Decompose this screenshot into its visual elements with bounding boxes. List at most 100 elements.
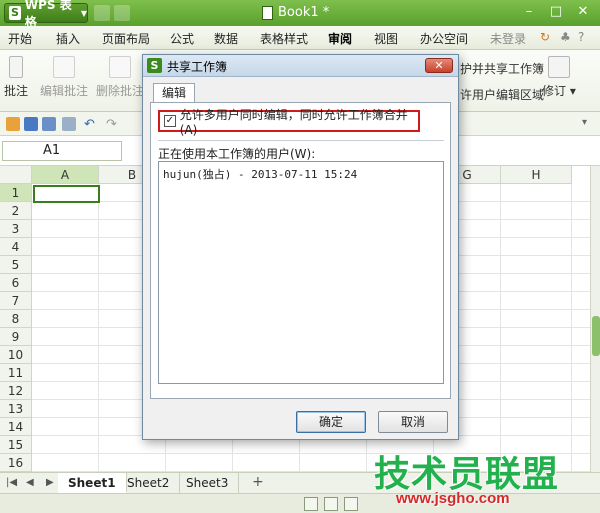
active-cell[interactable] xyxy=(33,185,100,203)
edit-comment-label: 编辑批注 xyxy=(40,84,89,98)
document-icon xyxy=(262,5,273,20)
row-header[interactable]: 16 xyxy=(0,454,32,472)
menu-office-space[interactable]: 办公空间 xyxy=(420,30,468,47)
dialog-panel: ✓ 允许多用户同时编辑，同时允许工作簿合并(A) 正在使用本工作簿的用户(W):… xyxy=(150,102,451,399)
wps-logo-icon: S xyxy=(9,6,21,20)
quick-access-icon[interactable] xyxy=(114,5,130,21)
normal-view-icon[interactable] xyxy=(304,497,318,511)
menu-home[interactable]: 开始 xyxy=(8,30,32,47)
next-sheet-icon[interactable]: ▶ xyxy=(46,477,54,488)
dialog-title-bar: S 共享工作簿 ✕ xyxy=(143,55,458,77)
row-header[interactable]: 3 xyxy=(0,220,32,238)
divider xyxy=(158,140,444,141)
menu-bar: 开始 插入 页面布局 公式 数据 表格样式 审阅 视图 办公空间 未登录 ↻ ♣… xyxy=(0,26,600,50)
name-box[interactable]: A1 xyxy=(2,141,122,161)
row-header[interactable]: 4 xyxy=(0,238,32,256)
minimize-button[interactable]: – xyxy=(516,2,542,22)
wps-logo-icon: S xyxy=(147,58,162,73)
watermark: 技术员联盟 www.jsgho.com xyxy=(366,445,596,511)
cancel-button[interactable]: 取消 xyxy=(378,411,448,433)
refresh-icon[interactable]: ↻ xyxy=(540,30,550,44)
allow-multiuser-label: 允许多用户同时编辑，同时允许工作簿合并(A) xyxy=(179,107,408,137)
undo-icon[interactable]: ↶ xyxy=(84,117,98,132)
row-header[interactable]: 15 xyxy=(0,436,32,454)
row-header[interactable]: 12 xyxy=(0,382,32,400)
row-header[interactable]: 7 xyxy=(0,292,32,310)
edit-comment-icon xyxy=(53,56,75,78)
ribbon-collapse-icon[interactable]: ▾ xyxy=(582,117,596,131)
tab-edit[interactable]: 编辑 xyxy=(153,83,196,103)
grid-column-line xyxy=(500,184,501,472)
menu-review[interactable]: 审阅 xyxy=(328,30,352,47)
quick-access-icon[interactable] xyxy=(94,5,110,21)
track-changes-icon xyxy=(547,56,570,78)
row-header[interactable]: 11 xyxy=(0,364,32,382)
tab-sheet3[interactable]: Sheet3 xyxy=(176,473,240,493)
scrollbar-thumb[interactable] xyxy=(592,316,600,356)
allow-edit-ranges-button[interactable]: 许用户编辑区域 xyxy=(460,86,544,103)
list-item[interactable]: hujun(独占) - 2013-07-11 15:24 xyxy=(163,166,439,182)
row-header[interactable]: 9 xyxy=(0,328,32,346)
row-header[interactable]: 6 xyxy=(0,274,32,292)
share-workbook-dialog: S 共享工作簿 ✕ 编辑 ✓ 允许多用户同时编辑，同时允许工作簿合并(A) 正在… xyxy=(142,54,459,440)
row-header[interactable]: 2 xyxy=(0,202,32,220)
row-header[interactable]: 1 xyxy=(0,184,32,202)
delete-comment-label: 删除批注 xyxy=(96,84,145,98)
dialog-title: 共享工作簿 xyxy=(167,60,228,74)
row-header[interactable]: 10 xyxy=(0,346,32,364)
print-icon[interactable] xyxy=(42,117,56,131)
track-changes-label: 修订 ▾ xyxy=(542,84,576,98)
delete-comment-icon xyxy=(109,56,131,78)
grid-column-line xyxy=(571,184,572,472)
print-preview-icon[interactable] xyxy=(62,117,76,131)
menu-page-layout[interactable]: 页面布局 xyxy=(102,30,150,47)
select-all-corner[interactable] xyxy=(0,166,32,184)
row-header[interactable]: 13 xyxy=(0,400,32,418)
users-label: 正在使用本工作簿的用户(W): xyxy=(158,147,316,161)
menu-insert[interactable]: 插入 xyxy=(56,30,80,47)
first-sheet-icon[interactable]: |◀ xyxy=(6,477,17,488)
help-icon[interactable]: ? xyxy=(578,30,584,44)
menu-table-styles[interactable]: 表格样式 xyxy=(260,30,308,47)
comment-icon xyxy=(9,56,23,78)
save-icon[interactable] xyxy=(24,117,38,131)
ok-button[interactable]: 确定 xyxy=(296,411,366,433)
document-title: Book1 * xyxy=(262,5,329,20)
protect-share-label: 护并共享工作簿 xyxy=(460,62,545,76)
row-header[interactable]: 8 xyxy=(0,310,32,328)
app-menu-button[interactable]: S WPS 表格 ▼ xyxy=(4,0,88,29)
row-header[interactable]: 14 xyxy=(0,418,32,436)
tab-sheet2[interactable]: Sheet2 xyxy=(117,473,181,493)
prev-sheet-icon[interactable]: ◀ xyxy=(26,477,34,488)
shirt-icon[interactable]: ♣ xyxy=(560,30,571,44)
add-sheet-icon[interactable]: + xyxy=(252,474,264,490)
delete-comment-button[interactable]: 删除批注 xyxy=(96,56,144,99)
grid-column-line xyxy=(98,184,99,472)
row-header[interactable]: 5 xyxy=(0,256,32,274)
dialog-close-button[interactable]: ✕ xyxy=(425,58,453,73)
allow-edit-ranges-label: 许用户编辑区域 xyxy=(460,88,545,102)
page-break-view-icon[interactable] xyxy=(324,497,338,511)
comment-button[interactable]: 批注 xyxy=(4,56,28,99)
title-bar: S WPS 表格 ▼ Book1 * – □ ✕ xyxy=(0,0,600,29)
page-layout-view-icon[interactable] xyxy=(344,497,358,511)
column-header[interactable]: A xyxy=(32,166,99,184)
vertical-scrollbar[interactable] xyxy=(590,166,600,472)
comment-label: 批注 xyxy=(4,84,29,98)
edit-comment-button[interactable]: 编辑批注 xyxy=(40,56,88,99)
login-link[interactable]: 未登录 xyxy=(490,30,526,47)
users-list[interactable]: hujun(独占) - 2013-07-11 15:24 xyxy=(158,161,444,384)
track-changes-button[interactable]: 修订 ▾ xyxy=(542,56,576,99)
menu-data[interactable]: 数据 xyxy=(214,30,238,47)
document-title-text: Book1 * xyxy=(278,5,330,20)
open-icon[interactable] xyxy=(6,117,20,131)
protect-share-workbook-button[interactable]: 护并共享工作簿 xyxy=(460,60,544,77)
allow-multiuser-checkbox[interactable]: ✓ xyxy=(164,115,176,127)
redo-icon[interactable]: ↷ xyxy=(106,117,120,132)
menu-view[interactable]: 视图 xyxy=(374,30,398,47)
column-header[interactable]: H xyxy=(501,166,572,184)
menu-formulas[interactable]: 公式 xyxy=(170,30,194,47)
maximize-button[interactable]: □ xyxy=(543,2,569,22)
allow-multiuser-option[interactable]: ✓ 允许多用户同时编辑，同时允许工作簿合并(A) xyxy=(158,108,420,137)
close-window-button[interactable]: ✕ xyxy=(570,2,596,22)
